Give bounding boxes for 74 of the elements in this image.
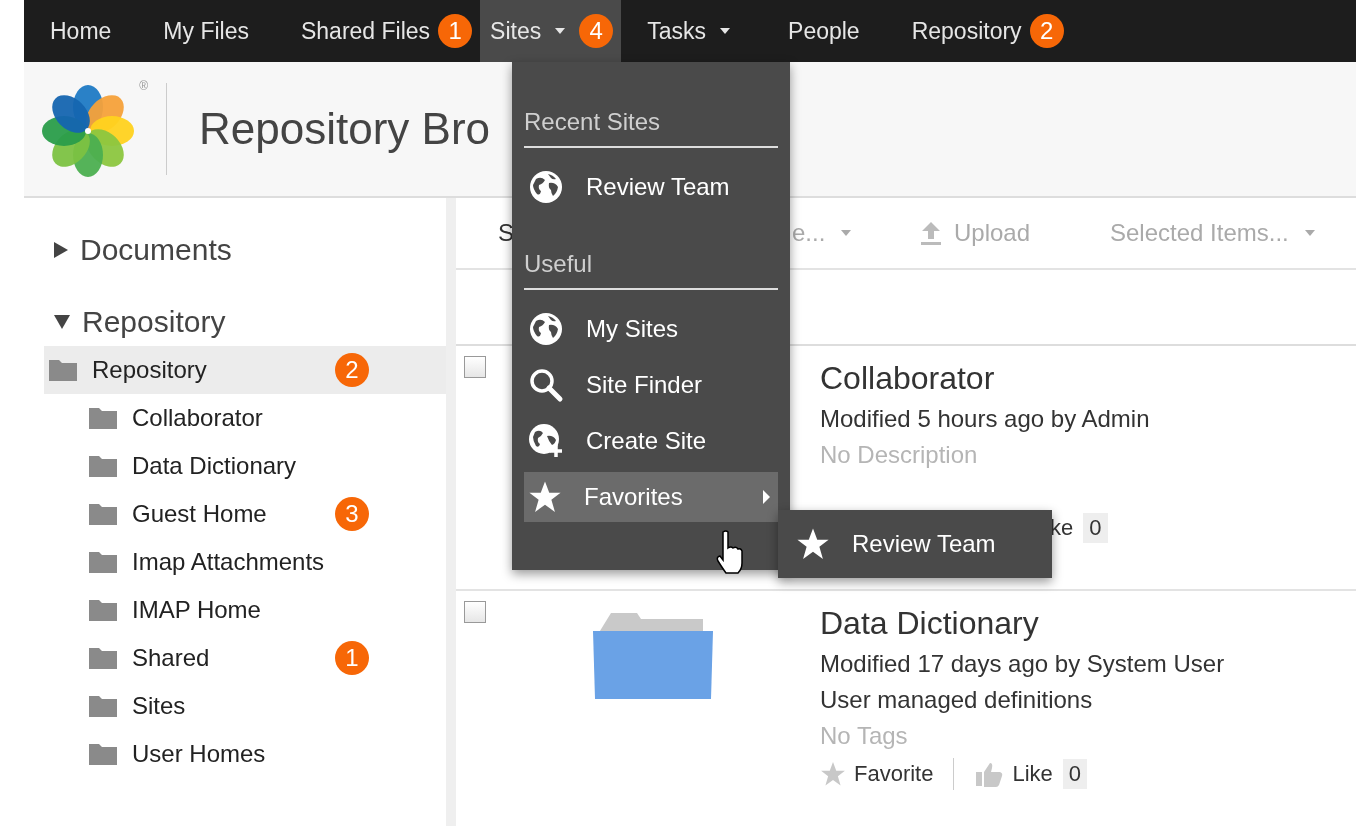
nav-item[interactable]: Sites 4 xyxy=(480,0,622,62)
number-badge: 2 xyxy=(1029,14,1064,48)
expanded-triangle-icon xyxy=(54,315,70,329)
menu-item[interactable]: Favorites xyxy=(524,472,778,522)
item-title[interactable]: Data Dictionary xyxy=(820,605,1225,642)
folder-icon xyxy=(88,550,118,574)
collapsed-triangle-icon xyxy=(54,242,68,258)
description-text: User managed definitions xyxy=(820,686,1094,714)
folder-icon xyxy=(48,358,78,382)
search-icon xyxy=(528,367,564,403)
caret-icon xyxy=(841,230,852,236)
page-title: Repository Bro xyxy=(199,104,490,154)
number-badge: 4 xyxy=(579,14,614,48)
nav-item[interactable]: Repository 2 xyxy=(885,0,1072,62)
section-header[interactable]: Documents xyxy=(48,228,238,272)
like-count: 0 xyxy=(1083,513,1108,543)
submenu-arrow-icon xyxy=(763,490,770,504)
like-button[interactable]: Like xyxy=(974,761,1053,787)
folder-icon xyxy=(88,694,118,718)
star-icon xyxy=(820,761,846,787)
folder-icon xyxy=(88,742,118,766)
folder-icon xyxy=(88,598,118,622)
item-title[interactable]: Collaborator xyxy=(820,360,1150,397)
thumbs-up-icon xyxy=(974,761,1005,787)
folder-icon xyxy=(88,502,118,526)
menu-item[interactable]: Create Site xyxy=(524,416,778,466)
menu-heading: Useful xyxy=(524,250,778,290)
number-badge: 2 xyxy=(335,353,369,387)
menu-item[interactable]: My Sites xyxy=(524,304,778,354)
menu-item[interactable]: Site Finder xyxy=(524,360,778,410)
modified-text: Modified 5 hours ago by Admin xyxy=(820,405,1150,433)
globe-icon xyxy=(528,311,564,347)
nav-item[interactable]: My Files xyxy=(137,0,275,62)
tree-item[interactable]: User Homes xyxy=(44,730,446,778)
caret-icon xyxy=(1304,230,1315,236)
modified-text: Modified 17 days ago by System User xyxy=(820,650,1225,678)
toolbar-button[interactable]: S xyxy=(498,219,792,247)
nav-item[interactable]: Shared Files 1 xyxy=(275,0,481,62)
caret-icon xyxy=(720,28,731,34)
star-icon xyxy=(528,480,562,514)
flower-logo-icon xyxy=(40,83,136,179)
tree-item[interactable]: Data Dictionary xyxy=(44,442,446,490)
globe-icon xyxy=(528,169,564,205)
tree-item[interactable]: Shared 1 xyxy=(44,634,446,682)
star-icon xyxy=(796,527,830,561)
folder-icon xyxy=(88,454,118,478)
nav-item[interactable]: Tasks xyxy=(621,0,763,62)
tree-item[interactable]: Collaborator xyxy=(44,394,446,442)
nav-item[interactable]: People xyxy=(762,0,886,62)
menu-heading: Recent Sites xyxy=(524,108,778,148)
tags-text: No Tags xyxy=(820,722,909,750)
menu-item[interactable]: Review Team xyxy=(524,162,778,212)
number-badge: 1 xyxy=(438,14,473,48)
upload-icon xyxy=(918,220,944,246)
number-badge: 3 xyxy=(335,497,369,531)
checkbox[interactable] xyxy=(464,356,486,378)
tree-item[interactable]: IMAP Home xyxy=(44,586,446,634)
menu-item[interactable]: Review Team xyxy=(792,519,1000,569)
number-badge: 1 xyxy=(335,641,369,675)
tree-item[interactable]: Guest Home 3 xyxy=(44,490,446,538)
like-count: 0 xyxy=(1062,759,1088,789)
folder-icon xyxy=(88,646,118,670)
globe-plus-icon xyxy=(528,423,564,459)
nav-item[interactable]: Home xyxy=(24,0,138,62)
tree-item[interactable]: Sites xyxy=(44,682,446,730)
tree-item[interactable]: Repository 2 xyxy=(44,346,446,394)
description-text: No Description xyxy=(820,441,979,469)
checkbox[interactable] xyxy=(464,601,486,623)
favorite-button[interactable]: Favorite xyxy=(820,761,934,787)
caret-icon xyxy=(555,28,566,34)
section-header[interactable]: Repository xyxy=(48,300,232,344)
registered-mark: ® xyxy=(139,79,148,93)
tree-item[interactable]: Imap Attachments xyxy=(44,538,446,586)
folder-icon xyxy=(88,406,118,430)
